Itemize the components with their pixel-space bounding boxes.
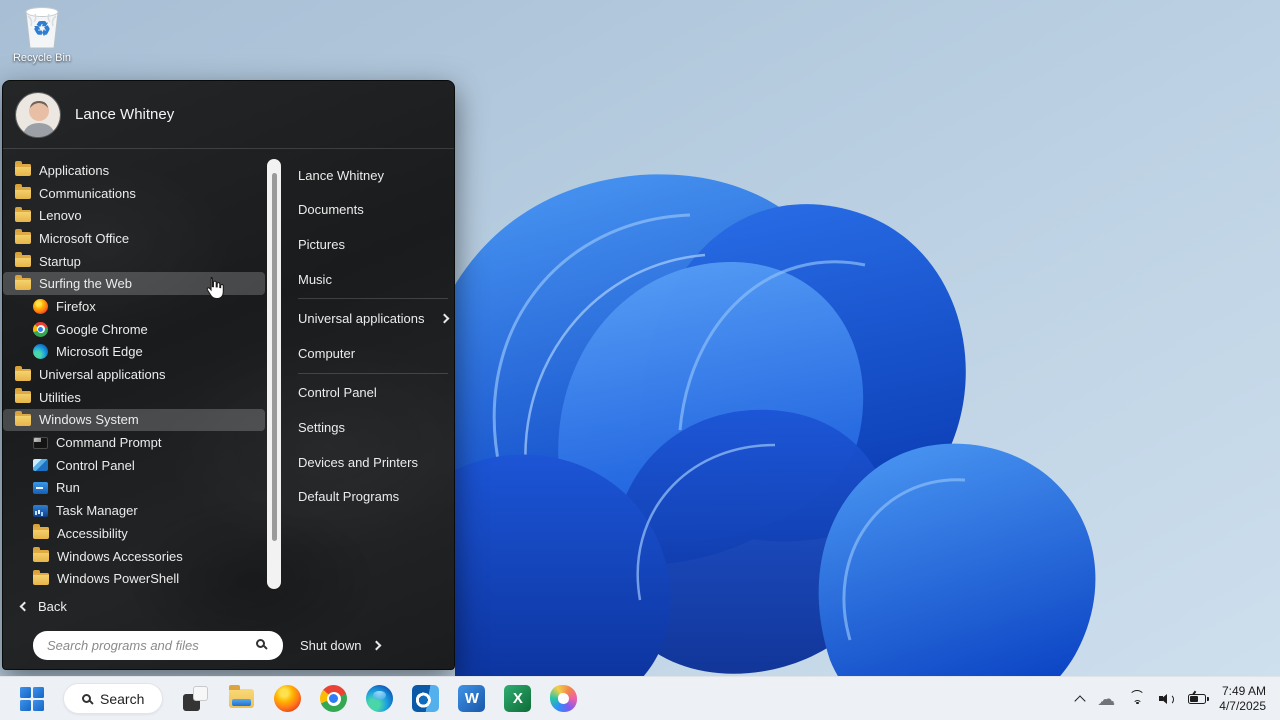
excel-button[interactable]: X	[504, 685, 531, 712]
menu-item-windows-powershell[interactable]: Windows PowerShell	[3, 567, 265, 590]
menu-item-windows-system[interactable]: Windows System	[3, 409, 265, 432]
date: 4/7/2025	[1219, 699, 1266, 714]
folder-icon	[15, 391, 31, 403]
menu-link-music[interactable]: Music	[298, 262, 448, 297]
folder-icon	[15, 187, 31, 199]
divider	[298, 373, 448, 374]
shutdown-button[interactable]: Shut down	[300, 638, 380, 653]
menu-item-command-prompt[interactable]: Command Prompt	[3, 431, 265, 454]
menu-link-default-programs[interactable]: Default Programs	[298, 479, 448, 514]
menu-item-universal-applications[interactable]: Universal applications	[3, 363, 265, 386]
folder-icon	[15, 278, 31, 290]
start-search	[33, 631, 283, 660]
menu-link-settings[interactable]: Settings	[298, 410, 448, 445]
chevron-right-icon	[372, 641, 382, 651]
battery-charging-icon[interactable]	[1188, 694, 1206, 704]
desktop: ♻ Recycle Bin Lance Whitney Applications…	[0, 0, 1280, 720]
menu-item-control-panel[interactable]: Control Panel	[3, 454, 265, 477]
menu-item-surfing-the-web[interactable]: Surfing the Web	[3, 272, 265, 295]
folder-icon	[15, 164, 31, 176]
user-name: Lance Whitney	[75, 106, 174, 123]
menu-item-accessibility[interactable]: Accessibility	[3, 522, 265, 545]
menu-item-microsoft-edge[interactable]: Microsoft Edge	[3, 341, 265, 364]
search-icon[interactable]	[256, 639, 265, 648]
outlook-button[interactable]	[412, 685, 439, 712]
run-icon	[33, 482, 48, 494]
edge-button[interactable]	[366, 685, 393, 712]
folder-icon	[15, 255, 31, 267]
menu-item-communications[interactable]: Communications	[3, 182, 265, 205]
menu-link-devices-and-printers[interactable]: Devices and Printers	[298, 445, 448, 480]
back-button[interactable]: Back	[21, 599, 67, 614]
onedrive-cloud-icon[interactable]: ☁	[1097, 690, 1115, 708]
start-menu-program-list: Applications Communications Lenovo Micro…	[3, 159, 281, 590]
search-input[interactable]	[33, 631, 283, 660]
menu-item-firefox[interactable]: Firefox	[3, 295, 265, 318]
control-panel-icon	[33, 459, 48, 471]
excel-icon: X	[513, 690, 523, 707]
menu-item-utilities[interactable]: Utilities	[3, 386, 265, 409]
recycle-bin-desktop-icon[interactable]: ♻ Recycle Bin	[10, 4, 74, 64]
menu-item-task-manager[interactable]: Task Manager	[3, 499, 265, 522]
file-explorer-button[interactable]	[228, 685, 255, 712]
recycle-bin-label: Recycle Bin	[10, 52, 74, 64]
user-avatar[interactable]	[15, 92, 61, 138]
folder-icon	[33, 527, 49, 539]
menu-item-microsoft-office[interactable]: Microsoft Office	[3, 227, 265, 250]
menu-link-universal-applications[interactable]: Universal applications	[298, 301, 448, 336]
firefox-button[interactable]	[274, 685, 301, 712]
menu-item-google-chrome[interactable]: Google Chrome	[3, 318, 265, 341]
chrome-icon	[33, 322, 48, 337]
taskbar-pinned-apps: Search W X	[20, 683, 577, 714]
menu-link-computer[interactable]: Computer	[298, 336, 448, 371]
folder-icon	[15, 369, 31, 381]
start-menu-places-list: Lance Whitney Documents Pictures Music U…	[298, 158, 448, 514]
start-button[interactable]	[20, 687, 44, 711]
command-prompt-icon	[33, 437, 48, 449]
firefox-icon	[33, 299, 48, 314]
menu-item-run[interactable]: Run	[3, 477, 265, 500]
folder-icon	[33, 550, 49, 562]
scrollbar-thumb[interactable]	[272, 173, 277, 541]
menu-link-documents[interactable]: Documents	[298, 193, 448, 228]
taskbar: Search W X ☁ 7:49 AM 4/7/2025	[0, 676, 1280, 720]
time: 7:49 AM	[1219, 684, 1266, 699]
menu-link-pictures[interactable]: Pictures	[298, 227, 448, 262]
taskbar-search[interactable]: Search	[63, 683, 163, 714]
folder-icon	[15, 210, 31, 222]
menu-item-windows-accessories[interactable]: Windows Accessories	[3, 545, 265, 568]
recycle-arrows-icon: ♻	[33, 16, 51, 41]
taskbar-clock[interactable]: 7:49 AM 4/7/2025	[1219, 684, 1266, 714]
chrome-button[interactable]	[320, 685, 347, 712]
system-tray: ☁ 7:49 AM 4/7/2025	[1076, 684, 1266, 714]
word-button[interactable]: W	[458, 685, 485, 712]
chevron-left-icon	[20, 602, 30, 612]
scrollbar-track[interactable]	[267, 159, 281, 589]
divider	[298, 298, 448, 299]
search-icon	[82, 694, 91, 703]
folder-icon	[15, 232, 31, 244]
copilot-button[interactable]	[550, 685, 577, 712]
start-menu-header: Lance Whitney	[3, 81, 454, 149]
task-view-button[interactable]	[182, 685, 209, 712]
edge-icon	[33, 344, 48, 359]
start-menu: Lance Whitney Applications Communication…	[2, 80, 455, 670]
volume-icon[interactable]	[1159, 692, 1175, 705]
tray-overflow-chevron-icon[interactable]	[1075, 695, 1086, 706]
recycle-bin-icon: ♻	[21, 4, 63, 50]
menu-item-startup[interactable]: Startup	[3, 250, 265, 273]
task-manager-icon	[33, 505, 48, 517]
file-explorer-icon	[229, 689, 254, 708]
menu-item-lenovo[interactable]: Lenovo	[3, 204, 265, 227]
start-menu-footer: Shut down	[33, 631, 380, 660]
folder-icon	[33, 573, 49, 585]
word-icon: W	[465, 690, 479, 707]
menu-link-user-folder[interactable]: Lance Whitney	[298, 158, 448, 193]
chevron-right-icon	[440, 314, 450, 324]
menu-link-control-panel[interactable]: Control Panel	[298, 376, 448, 411]
folder-icon	[15, 414, 31, 426]
wifi-icon[interactable]	[1128, 692, 1146, 705]
menu-item-applications[interactable]: Applications	[3, 159, 265, 182]
